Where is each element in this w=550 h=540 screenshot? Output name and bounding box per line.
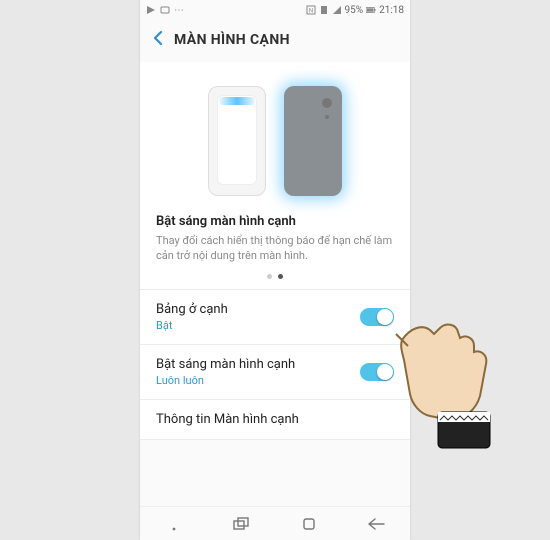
back-icon[interactable] bbox=[152, 30, 164, 50]
sim-icon bbox=[319, 5, 329, 15]
nav-bar bbox=[140, 506, 410, 540]
phone-frame: ⋯ N 95% 21:18 MÀN HÌNH CẠNH Bật sáng màn… bbox=[140, 0, 410, 540]
nfc-icon: N bbox=[306, 5, 316, 15]
nav-back-button[interactable] bbox=[356, 514, 396, 534]
toggle-edge-lighting[interactable] bbox=[360, 363, 394, 381]
row-sub: Luôn luôn bbox=[156, 374, 295, 387]
page-dot bbox=[267, 274, 272, 279]
app-header: MÀN HÌNH CẠNH bbox=[140, 20, 410, 62]
nav-recents-button[interactable] bbox=[221, 514, 261, 534]
card-icon bbox=[160, 5, 170, 15]
status-bar: ⋯ N 95% 21:18 bbox=[140, 0, 410, 20]
row-sub: Bật bbox=[156, 319, 228, 332]
hero-description: Thay đổi cách hiển thị thông báo để hạn … bbox=[156, 233, 394, 264]
status-more-icon: ⋯ bbox=[174, 5, 184, 16]
row-label: Thông tin Màn hình cạnh bbox=[156, 412, 299, 427]
nav-more-button[interactable] bbox=[154, 514, 194, 534]
row-label: Bảng ở cạnh bbox=[156, 302, 228, 317]
signal-icon bbox=[332, 5, 342, 15]
svg-text:N: N bbox=[308, 8, 312, 15]
row-edge-panels[interactable]: Bảng ở cạnh Bật bbox=[140, 290, 410, 345]
row-label: Bật sáng màn hình cạnh bbox=[156, 357, 295, 372]
hero-illustration bbox=[156, 76, 394, 206]
row-about-edge[interactable]: Thông tin Màn hình cạnh bbox=[140, 400, 410, 440]
phone-front-illustration bbox=[208, 86, 266, 196]
page-indicator bbox=[156, 274, 394, 279]
battery-icon bbox=[366, 5, 376, 15]
phone-back-illustration bbox=[284, 86, 342, 196]
hero-card[interactable]: Bật sáng màn hình cạnh Thay đổi cách hiể… bbox=[140, 62, 410, 290]
page-title: MÀN HÌNH CẠNH bbox=[174, 32, 290, 48]
battery-percent: 95% bbox=[345, 5, 364, 16]
nav-home-button[interactable] bbox=[289, 514, 329, 534]
empty-space bbox=[140, 440, 410, 506]
hero-title: Bật sáng màn hình cạnh bbox=[156, 214, 394, 229]
play-icon bbox=[146, 5, 156, 15]
page-dot-active bbox=[278, 274, 283, 279]
clock: 21:18 bbox=[379, 5, 404, 16]
toggle-edge-panels[interactable] bbox=[360, 308, 394, 326]
row-edge-lighting[interactable]: Bật sáng màn hình cạnh Luôn luôn bbox=[140, 345, 410, 400]
